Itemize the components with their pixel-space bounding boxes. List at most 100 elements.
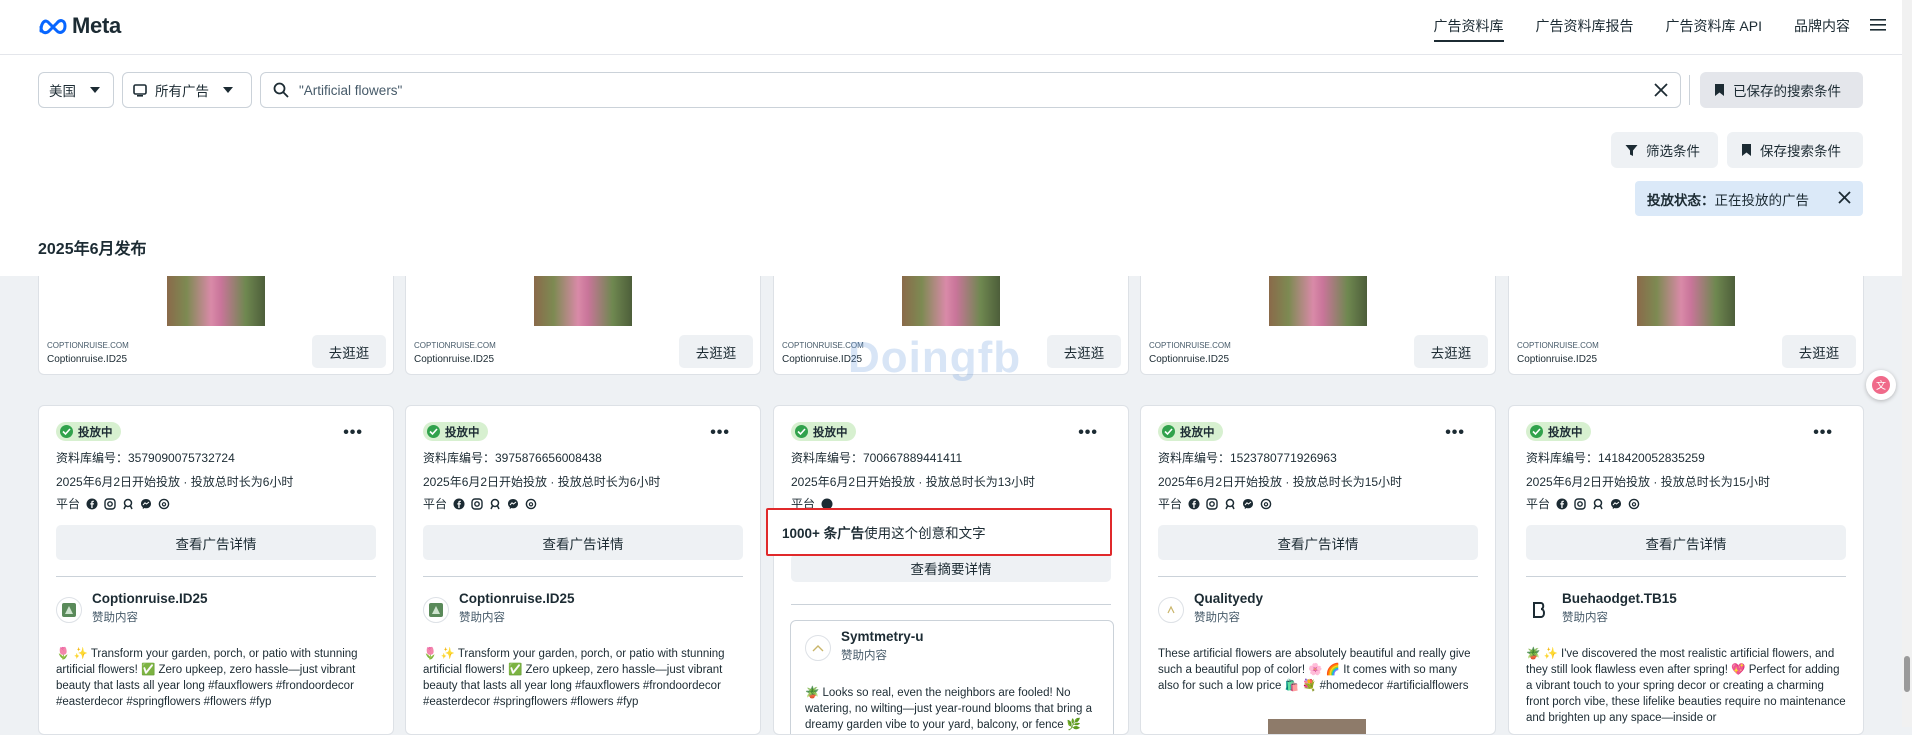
ad-body-text: These artificial flowers are absolutely …	[1158, 648, 1471, 692]
ad-category-select[interactable]: 所有广告	[122, 72, 252, 108]
advertiser-avatar[interactable]	[56, 597, 82, 623]
nav-ad-library-api[interactable]: 广告资料库 API	[1666, 0, 1762, 54]
more-options-icon[interactable]: •••	[1078, 424, 1098, 442]
filter-area: 筛选条件 保存搜索条件 投放状态： 正在投放的广告 2025年6月发布	[0, 124, 1902, 276]
status-filter-chip: 投放状态： 正在投放的广告	[1635, 181, 1863, 216]
nav-ad-library[interactable]: 广告资料库	[1433, 0, 1504, 54]
status-badge: 投放中	[56, 422, 121, 441]
nav-ad-library-report[interactable]: 广告资料库报告	[1536, 0, 1634, 54]
filter-label: 筛选条件	[1646, 144, 1700, 159]
status-text: 投放中	[78, 426, 113, 439]
ad-image[interactable]	[1269, 276, 1367, 326]
more-options-icon[interactable]: •••	[1813, 424, 1833, 442]
ad-card-preview: COPTIONRUISE.COM Coptionruise.ID25 去逛逛	[1140, 276, 1496, 375]
ad-link-name: Coptionruise.ID25	[414, 354, 495, 365]
advertiser-name[interactable]: Coptionruise.ID25	[92, 591, 208, 606]
threads-icon	[1260, 498, 1272, 509]
highlighted-multi-ad-banner[interactable]: 1000+ 条广告使用这个创意和文字	[766, 508, 1112, 556]
platforms-row: 平台	[1158, 495, 1272, 512]
scrollbar-thumb[interactable]	[1904, 656, 1910, 692]
status-filter-value: 正在投放的广告	[1714, 192, 1810, 208]
top-navigation-bar: Meta 广告资料库 广告资料库报告 广告资料库 API 品牌内容	[0, 0, 1902, 54]
remove-filter-icon[interactable]	[1838, 191, 1851, 204]
view-ad-details-button[interactable]: 查看广告详情	[423, 525, 743, 560]
facebook-icon	[86, 498, 98, 509]
advertiser-name[interactable]: Qualityedy	[1194, 591, 1263, 606]
advertiser-name[interactable]: Buehaodget.TB15	[1562, 591, 1677, 606]
advertiser-name[interactable]: Coptionruise.ID25	[459, 591, 575, 606]
ad-link-name: Coptionruise.ID25	[782, 354, 863, 365]
advertiser-name[interactable]: Symtmetry-u	[841, 629, 924, 644]
hamburger-menu-icon[interactable]	[1870, 18, 1886, 37]
platform-label: 平台	[56, 497, 81, 511]
divider	[791, 604, 1111, 605]
advertiser-avatar[interactable]	[805, 635, 831, 661]
divider	[56, 576, 376, 577]
shop-now-button[interactable]: 去逛逛	[312, 335, 386, 368]
search-toolbar: 美国 所有广告 已保存的搜索条件	[0, 54, 1902, 124]
messenger-icon	[1243, 498, 1254, 509]
meta-logo[interactable]: Meta	[38, 13, 121, 39]
shop-now-button[interactable]: 去逛逛	[1414, 335, 1488, 368]
advertiser-avatar[interactable]	[423, 597, 449, 623]
shop-now-button[interactable]: 去逛逛	[679, 335, 753, 368]
platform-label: 平台	[423, 497, 448, 511]
messenger-icon	[508, 498, 519, 509]
advertiser-avatar[interactable]	[1526, 597, 1552, 623]
view-ad-details-button[interactable]: 查看广告详情	[56, 525, 376, 560]
instagram-icon	[1574, 497, 1586, 510]
check-circle-icon	[1162, 425, 1175, 438]
library-id: 资料库编号：700667889441411	[791, 451, 963, 465]
run-info: 2025年6月2日开始投放 · 投放总时长为15小时	[1526, 475, 1771, 489]
search-input[interactable]	[299, 82, 1644, 98]
more-options-icon[interactable]: •••	[343, 424, 363, 442]
advertiser-header: Buehaodget.TB15 赞助内容	[1526, 591, 1677, 625]
ad-image[interactable]	[167, 276, 265, 326]
ad-image[interactable]	[534, 276, 632, 326]
ad-card: 投放中 ••• 资料库编号：3579090075732724 2025年6月2日…	[38, 405, 394, 735]
more-options-icon[interactable]: •••	[1445, 424, 1465, 442]
more-options-icon[interactable]: •••	[710, 424, 730, 442]
nav-branded-content[interactable]: 品牌内容	[1794, 0, 1850, 54]
ad-image[interactable]	[902, 276, 1000, 326]
chevron-down-icon	[223, 87, 233, 93]
bookmark-icon	[1742, 144, 1751, 156]
ad-card: 投放中 ••• 资料库编号：700667889441411 2025年6月2日开…	[773, 405, 1129, 735]
ad-image[interactable]	[1637, 276, 1735, 326]
library-id: 资料库编号：1418420052835259	[1526, 451, 1705, 465]
svg-text:文: 文	[1876, 379, 1886, 392]
library-id: 资料库编号：1523780771926963	[1158, 451, 1337, 465]
threads-icon	[1628, 498, 1640, 509]
ad-card-preview: COPTIONRUISE.COM Coptionruise.ID25 去逛逛	[773, 276, 1129, 375]
shop-now-button[interactable]: 去逛逛	[1782, 335, 1856, 368]
shop-now-button[interactable]: 去逛逛	[1047, 335, 1121, 368]
translate-helper-icon[interactable]: 文	[1866, 370, 1896, 400]
search-box	[260, 72, 1681, 108]
library-id: 资料库编号：3975876656008438	[423, 451, 602, 465]
saved-searches-button[interactable]: 已保存的搜索条件	[1700, 72, 1863, 108]
clear-search-icon[interactable]	[1654, 83, 1668, 97]
advertiser-header: Symtmetry-u 赞助内容	[805, 629, 924, 663]
divider	[1689, 75, 1690, 105]
facebook-icon	[453, 498, 465, 509]
run-info: 2025年6月2日开始投放 · 投放总时长为6小时	[56, 475, 294, 489]
sponsored-label: 赞助内容	[841, 650, 887, 662]
ad-image[interactable]	[1268, 719, 1366, 734]
status-badge: 投放中	[423, 422, 488, 441]
filter-button[interactable]: 筛选条件	[1611, 132, 1718, 168]
view-summary-button[interactable]: 查看摘要详情	[791, 554, 1111, 582]
advertiser-avatar[interactable]	[1158, 597, 1184, 623]
sponsored-label: 赞助内容	[1194, 612, 1240, 624]
save-search-button[interactable]: 保存搜索条件	[1727, 132, 1863, 168]
country-select[interactable]: 美国	[38, 72, 114, 108]
scrollbar-track[interactable]	[1902, 0, 1912, 727]
divider	[1526, 576, 1846, 577]
threads-icon	[525, 498, 537, 509]
check-circle-icon	[1530, 425, 1543, 438]
saved-searches-label: 已保存的搜索条件	[1733, 84, 1841, 99]
view-ad-details-button[interactable]: 查看广告详情	[1158, 525, 1478, 560]
platform-label: 平台	[1158, 497, 1183, 511]
view-ad-details-button[interactable]: 查看广告详情	[1526, 525, 1846, 560]
check-circle-icon	[427, 425, 440, 438]
ad-card-preview: COPTIONRUISE.COM Coptionruise.ID25 去逛逛	[1508, 276, 1864, 375]
